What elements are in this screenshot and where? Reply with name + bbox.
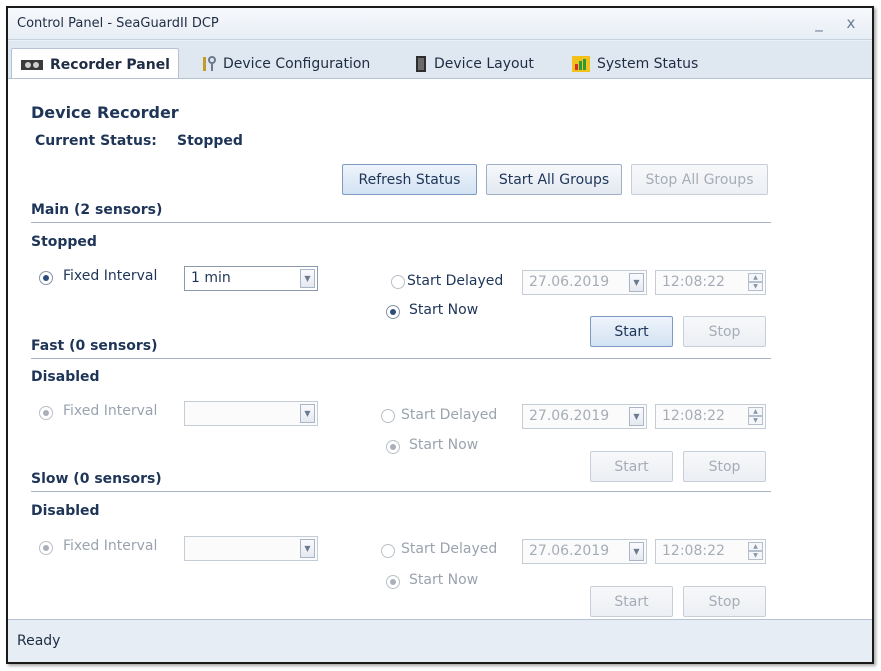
tab-bar: Recorder Panel Device Configuration Devi… [8,41,872,80]
start-now-radio[interactable] [386,575,400,589]
start-date-picker[interactable]: 27.06.2019 ▼ [522,404,647,429]
tab-system-status[interactable]: System Status [563,48,706,79]
device-icon [416,55,426,72]
start-date-picker[interactable]: 27.06.2019 ▼ [522,270,647,295]
stop-button[interactable]: Stop [683,451,766,482]
start-date-value: 27.06.2019 [529,408,610,424]
chevron-down-icon[interactable]: ▼ [300,404,315,423]
start-button[interactable]: Start [590,586,673,617]
start-date-value: 27.06.2019 [529,274,610,290]
interval-select[interactable]: 1 min ▼ [184,266,318,291]
tab-device-layout[interactable]: Device Layout [406,48,542,79]
group-divider [31,491,771,492]
chevron-down-icon[interactable]: ▼ [300,269,315,288]
group-divider [31,358,771,359]
start-time-value: 12:08:22 [662,274,725,290]
group-state: Stopped [31,234,97,250]
recorder-panel: Device Recorder Current Status: Stopped … [8,78,872,620]
start-delayed-radio[interactable] [381,409,395,423]
time-spin-buttons[interactable]: ▲ ▼ [748,407,763,426]
current-status-label: Current Status: [35,133,157,149]
status-chart-icon [572,55,590,72]
current-status-value: Stopped [177,133,243,149]
minimize-button[interactable]: _ [806,11,832,35]
recorder-icon [21,59,43,70]
window-title: Control Panel - SeaGuardII DCP [17,16,219,31]
start-now-label: Start Now [409,572,479,588]
start-all-groups-button[interactable]: Start All Groups [486,164,622,195]
start-button[interactable]: Start [590,316,673,347]
group-title-main: Main (2 sensors) [31,202,163,218]
tab-recorder-panel[interactable]: Recorder Panel [11,48,179,80]
start-now-radio[interactable] [386,440,400,454]
control-panel-window: Control Panel - SeaGuardII DCP _ x Recor… [6,6,874,664]
start-time-spinner[interactable]: 12:08:22 ▲ ▼ [655,539,766,564]
title-bar: Control Panel - SeaGuardII DCP _ x [8,8,872,40]
tab-device-configuration[interactable]: Device Configuration [191,48,378,79]
start-delayed-label: Start Delayed [401,541,498,557]
start-time-spinner[interactable]: 12:08:22 ▲ ▼ [655,270,766,295]
start-time-value: 12:08:22 [662,543,725,559]
start-now-label: Start Now [409,302,479,318]
chevron-down-icon[interactable]: ▼ [629,273,644,292]
start-delayed-label: Start Delayed [407,273,504,289]
start-time-value: 12:08:22 [662,408,725,424]
start-delayed-radio[interactable] [381,544,395,558]
stop-all-groups-button[interactable]: Stop All Groups [631,164,768,195]
page-title: Device Recorder [31,103,179,122]
start-delayed-label: Start Delayed [401,407,498,423]
group-title-slow: Slow (0 sensors) [31,471,162,487]
refresh-status-button[interactable]: Refresh Status [342,164,477,195]
chevron-down-icon[interactable]: ▼ [300,539,315,558]
tools-icon [203,55,216,71]
start-date-value: 27.06.2019 [529,543,610,559]
start-delayed-radio[interactable] [391,275,405,289]
fixed-interval-label: Fixed Interval [63,538,158,554]
interval-select[interactable]: ▼ [184,536,318,561]
start-now-label: Start Now [409,437,479,453]
start-now-radio[interactable] [386,305,400,319]
fixed-interval-radio[interactable] [39,541,53,555]
time-spin-buttons[interactable]: ▲ ▼ [748,542,763,561]
group-divider [31,222,771,223]
close-button[interactable]: x [838,11,864,35]
group-title-fast: Fast (0 sensors) [31,338,158,354]
start-date-picker[interactable]: 27.06.2019 ▼ [522,539,647,564]
status-text: Ready [17,633,61,649]
interval-value: 1 min [191,270,231,286]
fixed-interval-radio[interactable] [39,271,53,285]
chevron-down-icon[interactable]: ▼ [629,407,644,426]
stop-button[interactable]: Stop [683,316,766,347]
status-bar: Ready [8,620,872,662]
tab-label: Device Layout [434,55,534,72]
fixed-interval-label: Fixed Interval [63,268,158,284]
tab-label: Device Configuration [223,55,371,72]
fixed-interval-radio[interactable] [39,406,53,420]
stop-button[interactable]: Stop [683,586,766,617]
group-state: Disabled [31,503,100,519]
start-time-spinner[interactable]: 12:08:22 ▲ ▼ [655,404,766,429]
start-button[interactable]: Start [590,451,673,482]
group-state: Disabled [31,369,100,385]
chevron-down-icon[interactable]: ▼ [629,542,644,561]
time-spin-buttons[interactable]: ▲ ▼ [748,273,763,292]
fixed-interval-label: Fixed Interval [63,403,158,419]
tab-label: System Status [597,55,699,72]
tab-label: Recorder Panel [50,56,170,73]
interval-select[interactable]: ▼ [184,401,318,426]
